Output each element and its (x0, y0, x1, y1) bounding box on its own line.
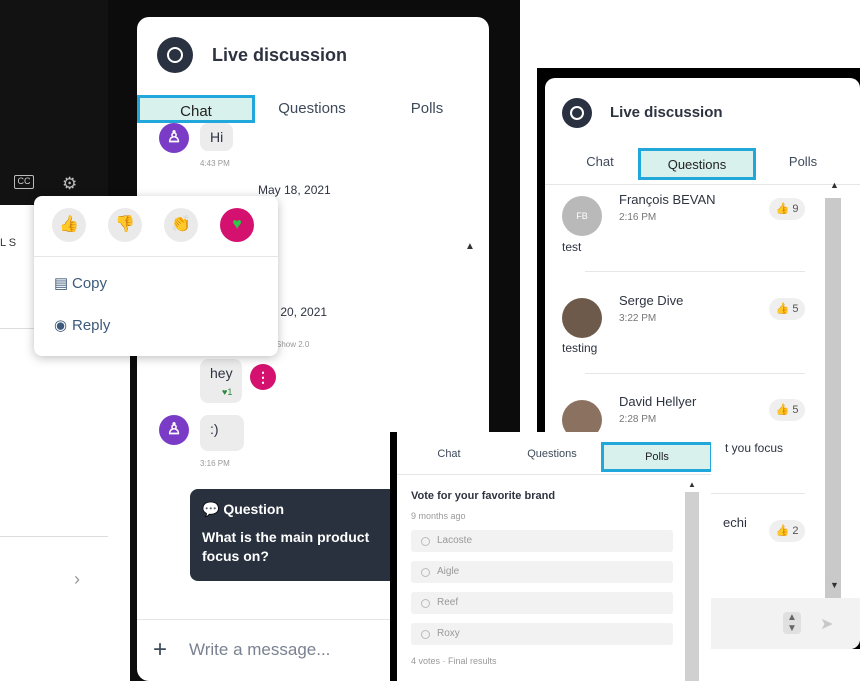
copy-label: Copy (72, 275, 108, 292)
divider (34, 256, 278, 257)
poll-option[interactable]: Reef (411, 592, 673, 614)
avatar (562, 298, 602, 338)
user-avatar: ♙ (159, 123, 189, 153)
sort-toggle-icon[interactable]: ▲ ▼ (783, 612, 801, 634)
divider (0, 536, 108, 537)
message-input[interactable]: Write a message... (189, 640, 330, 660)
question-time: 3:22 PM (619, 313, 657, 324)
like-button[interactable]: 👍 9 (769, 198, 805, 220)
polls-panel-frame: Chat Questions Polls Vote for your favor… (390, 432, 711, 681)
screenshot-root: CC ⚙ L S › Live discussion Chat Question… (0, 0, 860, 681)
polls-panel: Chat Questions Polls Vote for your favor… (397, 432, 711, 681)
poll-age: 9 months ago (411, 511, 466, 521)
question-label: Question (223, 501, 284, 517)
gear-icon[interactable]: ⚙ (62, 174, 77, 194)
heart-reaction-count: ♥1 (222, 387, 233, 397)
like-button[interactable]: 👍 2 (769, 520, 805, 542)
message-bubble[interactable]: Hi (200, 123, 234, 151)
question-body: test (562, 240, 582, 254)
question-body: testing (562, 341, 598, 355)
message-time: 3:16 PM (200, 459, 230, 468)
question-author: Serge Dive (619, 293, 684, 308)
question-icon: 💬 (202, 501, 224, 517)
like-button[interactable]: 👍 5 (769, 298, 805, 320)
closed-captions-icon[interactable]: CC (14, 175, 34, 189)
message-bubble[interactable]: hey (200, 359, 242, 403)
scroll-down-arrow-icon[interactable]: ▼ (830, 580, 839, 590)
copy-menu-item[interactable]: ▤ Copy (54, 274, 107, 292)
poll-title: Vote for your favorite brand (411, 490, 556, 502)
discussion-icon (562, 98, 592, 128)
message-text: hey (210, 365, 233, 381)
panel-title: Live discussion (610, 104, 723, 121)
discussion-icon (157, 37, 193, 73)
scrollbar[interactable] (685, 492, 699, 681)
scroll-up-arrow-icon[interactable]: ▲ (465, 241, 475, 252)
question-text-line1: What is the main product (202, 529, 370, 545)
date-separator: y 20, 2021 (271, 305, 328, 319)
poll-option[interactable]: Aigle (411, 561, 673, 583)
question-time: 2:16 PM (619, 212, 657, 223)
divider (585, 271, 805, 272)
user-avatar: ♙ (159, 415, 189, 445)
like-button[interactable]: 👍 5 (769, 399, 805, 421)
reply-label: Reply (72, 317, 111, 334)
question-text-line2: focus on? (202, 548, 269, 564)
question-time: 2:28 PM (619, 414, 657, 425)
clap-icon[interactable]: 👏 (164, 208, 198, 242)
like-count: 5 (792, 404, 799, 416)
like-count: 9 (792, 203, 799, 215)
reply-menu-item[interactable]: ◉ Reply (54, 316, 110, 334)
thumbs-up-icon[interactable]: 👍 (52, 208, 86, 242)
question-author: David Hellyer (619, 394, 697, 409)
copy-icon: ▤ (54, 275, 69, 292)
reply-icon: ◉ (54, 317, 68, 334)
divider (585, 373, 805, 374)
tab-polls[interactable]: Polls (387, 95, 467, 123)
tab-polls[interactable]: Polls (773, 148, 833, 180)
tab-chat[interactable]: Chat (417, 442, 481, 472)
tab-questions[interactable]: Questions (638, 148, 756, 180)
scroll-up-arrow-icon[interactable]: ▲ (830, 180, 839, 190)
question-body: t you focus (725, 441, 784, 455)
send-icon[interactable]: ➤ (820, 614, 833, 634)
heart-icon[interactable]: ♥ (220, 208, 254, 242)
tab-questions[interactable]: Questions (517, 442, 587, 472)
question-author: echi (723, 515, 747, 530)
divider (397, 474, 711, 475)
message-time: 4:43 PM (200, 159, 230, 168)
like-count: 2 (792, 525, 799, 537)
tab-chat[interactable]: Chat (565, 148, 635, 180)
scroll-up-arrow-icon[interactable]: ▲ (688, 480, 696, 489)
date-separator: May 18, 2021 (258, 183, 331, 197)
tab-questions[interactable]: Questions (262, 95, 362, 123)
scrollbar[interactable] (825, 198, 841, 598)
message-bubble[interactable]: :) (200, 415, 244, 451)
sidebar-partial-label: L S (0, 237, 17, 249)
divider (545, 184, 860, 185)
panel-title: Live discussion (212, 45, 348, 65)
avatar: FB (562, 196, 602, 236)
question-card-header: 💬 Question (202, 501, 408, 518)
add-attachment-icon[interactable]: + (153, 636, 167, 664)
poll-option[interactable]: Lacoste (411, 530, 673, 552)
message-options-button[interactable]: ⋮ (250, 364, 276, 390)
tab-bar: Chat Questions Polls (137, 95, 489, 123)
tab-chat[interactable]: Chat (137, 95, 255, 123)
chevron-right-icon[interactable]: › (74, 569, 80, 590)
poll-footer: 4 votes · Final results (411, 656, 497, 666)
like-count: 5 (792, 303, 799, 315)
poll-option[interactable]: Roxy (411, 623, 673, 645)
reaction-popup: 👍 👎 👏 ♥ ▤ Copy ◉ Reply (34, 196, 278, 356)
tab-polls[interactable]: Polls (601, 442, 711, 472)
reaction-count: 1 (227, 387, 233, 397)
question-author: François BEVAN (619, 192, 716, 207)
sender-name: Show 2.0 (276, 340, 310, 349)
thumbs-down-icon[interactable]: 👎 (108, 208, 142, 242)
question-card[interactable]: 💬 Question What is the main product focu… (190, 489, 420, 581)
